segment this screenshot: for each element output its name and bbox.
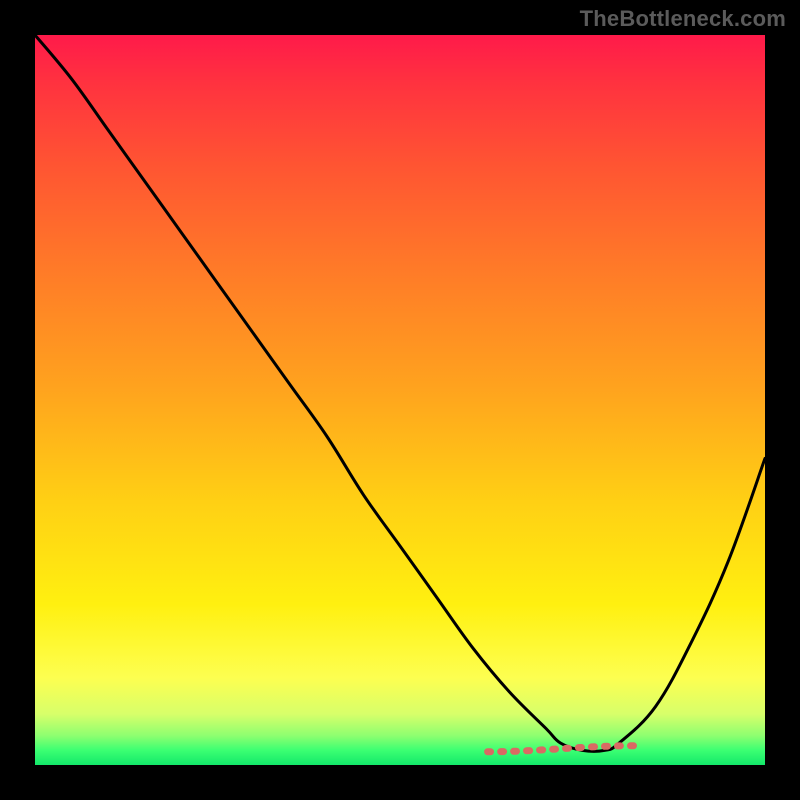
plot-area (35, 35, 765, 765)
chart-frame: TheBottleneck.com (0, 0, 800, 800)
watermark-text: TheBottleneck.com (580, 6, 786, 32)
bottleneck-curve (35, 35, 765, 765)
